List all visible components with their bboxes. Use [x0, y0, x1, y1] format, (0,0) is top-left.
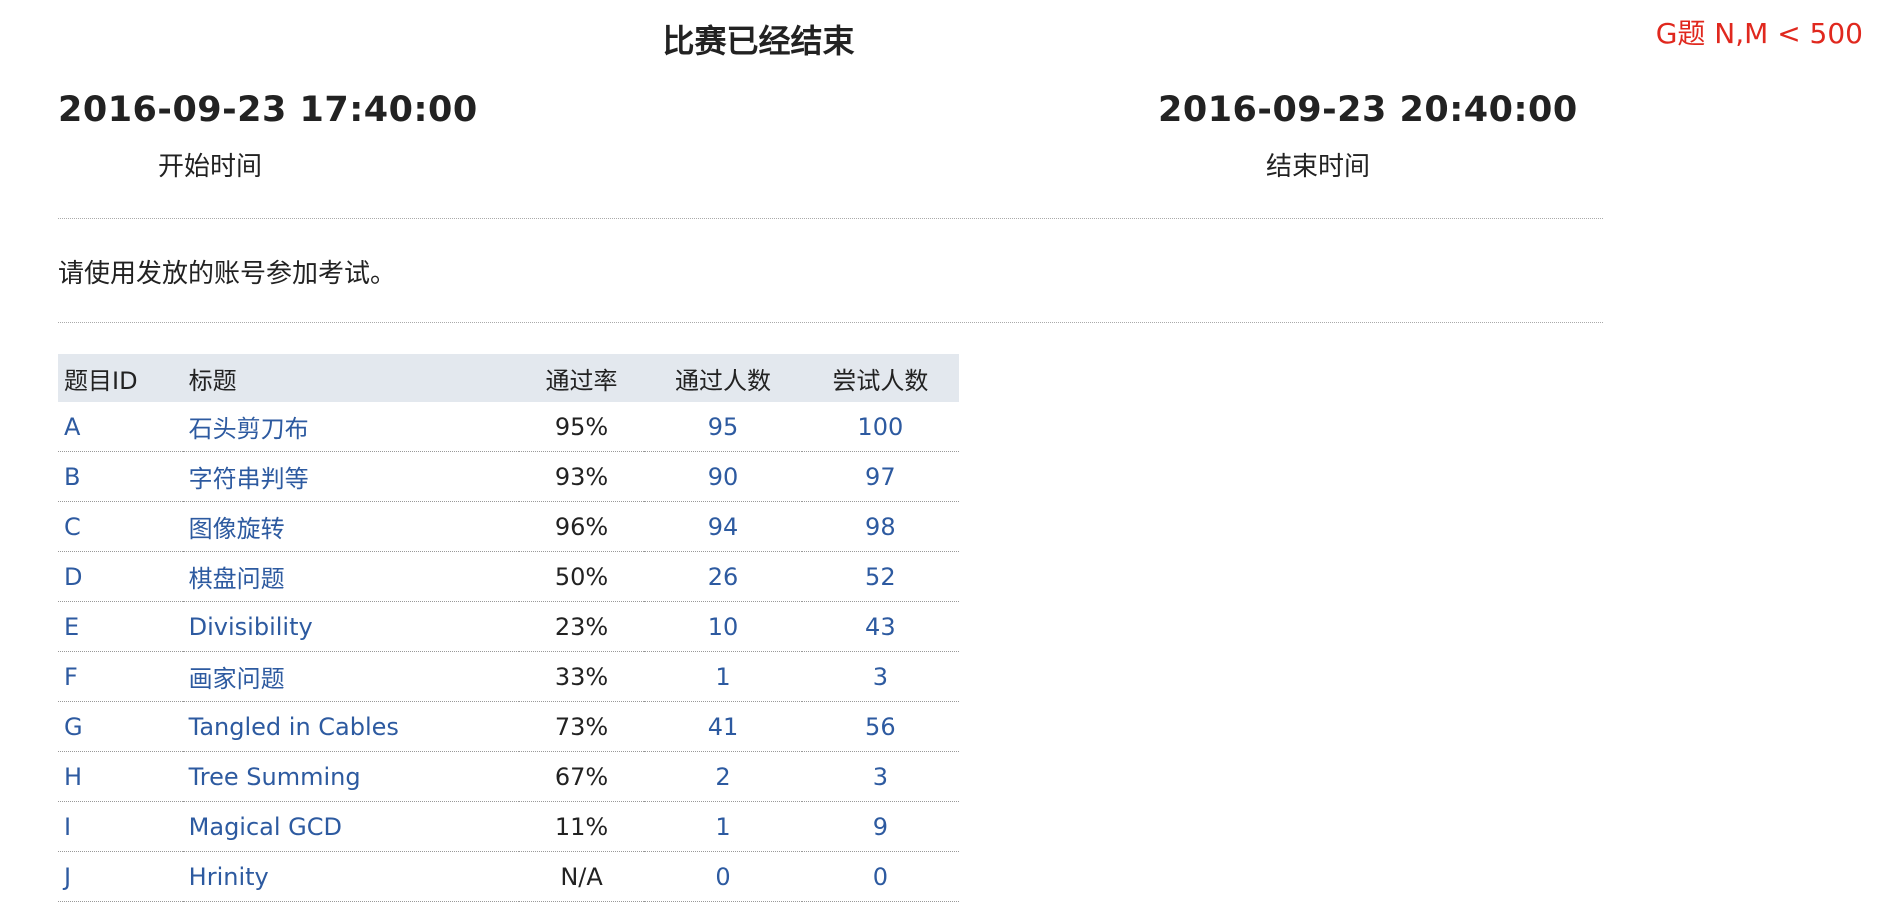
pass-rate: 96% [518, 501, 645, 552]
start-time-label: 开始时间 [158, 152, 263, 182]
accepted-count-link[interactable]: 2 [644, 751, 802, 802]
pass-rate: 11% [518, 801, 645, 852]
problem-id-link[interactable]: H [58, 751, 183, 802]
problem-title-link[interactable]: Hrinity [182, 851, 519, 902]
problem-table: 题目ID 标题 通过率 通过人数 尝试人数 A 石头剪刀布 95% 95 100… [58, 354, 959, 902]
problem-title-link[interactable]: 图像旋转 [182, 501, 519, 552]
table-row: F 画家问题 33% 1 3 [58, 651, 959, 702]
problem-id-link[interactable]: G [58, 701, 183, 752]
problem-id-link[interactable]: F [58, 651, 183, 702]
header-pass-rate: 通过率 [518, 354, 645, 402]
end-time-label: 结束时间 [1266, 152, 1371, 182]
pass-rate: 33% [518, 651, 645, 702]
accepted-count-link[interactable]: 95 [644, 402, 802, 452]
table-row: I Magical GCD 11% 1 9 [58, 801, 959, 852]
end-time-value: 2016-09-23 20:40:00 [1158, 90, 1578, 130]
header-row: 题目ID 标题 通过率 通过人数 尝试人数 [58, 354, 959, 402]
accepted-count-link[interactable]: 94 [644, 501, 802, 552]
attempted-count-link[interactable]: 9 [801, 801, 959, 852]
table-row: E Divisibility 23% 10 43 [58, 601, 959, 652]
accepted-count-link[interactable]: 1 [644, 651, 802, 702]
attempted-count-link[interactable]: 98 [801, 501, 959, 552]
attempted-count-link[interactable]: 0 [801, 851, 959, 902]
header-attempted-count: 尝试人数 [801, 354, 959, 402]
table-row: A 石头剪刀布 95% 95 100 [58, 402, 959, 452]
start-time-value: 2016-09-23 17:40:00 [58, 90, 478, 130]
contest-status-title: 比赛已经结束 [662, 22, 855, 60]
accepted-count-link[interactable]: 26 [644, 551, 802, 602]
attempted-count-link[interactable]: 97 [801, 451, 959, 502]
pass-rate: 67% [518, 751, 645, 802]
pass-rate: 23% [518, 601, 645, 652]
problem-title-link[interactable]: 字符串判等 [182, 451, 519, 502]
header-title: 标题 [182, 354, 519, 402]
attempted-count-link[interactable]: 43 [801, 601, 959, 652]
problem-id-link[interactable]: E [58, 601, 183, 652]
pass-rate: 93% [518, 451, 645, 502]
problem-id-link[interactable]: D [58, 551, 183, 602]
problem-id-link[interactable]: C [58, 501, 183, 552]
problem-title-link[interactable]: 棋盘问题 [182, 551, 519, 602]
header-accepted-count: 通过人数 [644, 354, 802, 402]
table-row: J Hrinity N/A 0 0 [58, 851, 959, 902]
pass-rate: 95% [518, 402, 645, 452]
header-problem-id: 题目ID [58, 354, 183, 402]
accepted-count-link[interactable]: 10 [644, 601, 802, 652]
accepted-count-link[interactable]: 41 [644, 701, 802, 752]
problem-title-link[interactable]: Magical GCD [182, 801, 519, 852]
problem-id-link[interactable]: A [58, 402, 183, 452]
accepted-count-link[interactable]: 0 [644, 851, 802, 902]
table-row: B 字符串判等 93% 90 97 [58, 451, 959, 502]
accepted-count-link[interactable]: 90 [644, 451, 802, 502]
accepted-count-link[interactable]: 1 [644, 801, 802, 852]
end-time-block: 2016-09-23 20:40:00 结束时间 [1158, 90, 1718, 183]
problem-table-header: 题目ID 标题 通过率 通过人数 尝试人数 [58, 354, 959, 402]
table-row: C 图像旋转 96% 94 98 [58, 501, 959, 552]
table-row: D 棋盘问题 50% 26 52 [58, 551, 959, 602]
attempted-count-link[interactable]: 56 [801, 701, 959, 752]
problem-notice: G题 N,M < 500 [1655, 17, 1863, 50]
problem-id-link[interactable]: J [58, 851, 183, 902]
attempted-count-link[interactable]: 52 [801, 551, 959, 602]
attempted-count-link[interactable]: 3 [801, 751, 959, 802]
divider [58, 218, 1603, 219]
pass-rate: N/A [518, 851, 645, 902]
problem-title-link[interactable]: Divisibility [182, 601, 519, 652]
attempted-count-link[interactable]: 3 [801, 651, 959, 702]
problem-title-link[interactable]: 画家问题 [182, 651, 519, 702]
problem-title-link[interactable]: Tangled in Cables [182, 701, 519, 752]
start-time-block: 2016-09-23 17:40:00 开始时间 [58, 90, 618, 183]
divider [58, 322, 1603, 323]
table-row: G Tangled in Cables 73% 41 56 [58, 701, 959, 752]
pass-rate: 50% [518, 551, 645, 602]
problem-table-body: A 石头剪刀布 95% 95 100 B 字符串判等 93% 90 97 C 图… [58, 402, 959, 902]
problem-title-link[interactable]: Tree Summing [182, 751, 519, 802]
pass-rate: 73% [518, 701, 645, 752]
attempted-count-link[interactable]: 100 [801, 402, 959, 452]
problem-title-link[interactable]: 石头剪刀布 [182, 402, 519, 452]
contest-instruction: 请使用发放的账号参加考试。 [58, 259, 397, 289]
problem-id-link[interactable]: I [58, 801, 183, 852]
table-row: H Tree Summing 67% 2 3 [58, 751, 959, 802]
problem-id-link[interactable]: B [58, 451, 183, 502]
